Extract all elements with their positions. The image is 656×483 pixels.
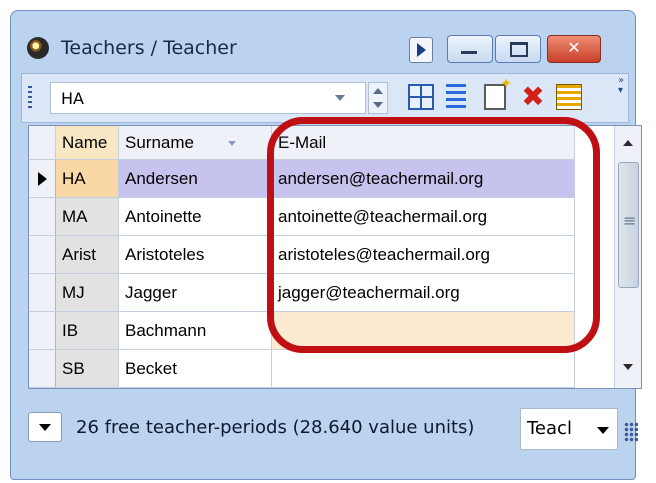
cell-name[interactable]: MA <box>55 197 119 236</box>
scrollbar-thumb[interactable] <box>618 162 639 288</box>
teachers-grid: Name Surname E-Mail HA Andersen andersen… <box>29 126 575 388</box>
row-indicator[interactable] <box>29 273 56 312</box>
cell-surname[interactable]: Bachmann <box>118 311 272 350</box>
table-header-row: Name Surname E-Mail <box>29 126 575 160</box>
row-indicator[interactable] <box>29 197 56 236</box>
close-icon: ✕ <box>567 38 581 57</box>
element-selector[interactable]: HA <box>50 82 366 114</box>
cell-email[interactable]: aristoteles@teachermail.org <box>271 235 575 274</box>
play-button[interactable] <box>409 37 433 63</box>
cell-name[interactable]: IB <box>55 311 119 350</box>
row-indicator[interactable] <box>29 159 56 198</box>
toolbar: HA ✖ »▾ <box>21 73 629 123</box>
element-selector-value: HA <box>61 89 84 108</box>
window-title: Teachers / Teacher <box>61 37 237 59</box>
cell-name[interactable]: Arist <box>55 235 119 274</box>
row-indicator[interactable] <box>29 349 56 388</box>
toolbar-grip-icon[interactable] <box>28 86 32 110</box>
maximize-button[interactable] <box>495 35 541 63</box>
table-row[interactable]: HA Andersen andersen@teachermail.org <box>29 159 575 198</box>
grid-settings-icon[interactable] <box>408 84 434 110</box>
cell-surname[interactable]: Antoinette <box>118 197 272 236</box>
cell-name[interactable]: MJ <box>55 273 119 312</box>
delete-icon[interactable]: ✖ <box>520 83 546 111</box>
surname-header-label: Surname <box>125 132 194 152</box>
element-spinner[interactable] <box>368 82 388 114</box>
play-icon <box>417 43 426 57</box>
cell-surname[interactable]: Andersen <box>118 159 272 198</box>
chevron-down-icon[interactable] <box>597 427 609 434</box>
table-row[interactable]: Arist Aristoteles aristoteles@teachermai… <box>29 235 575 274</box>
spin-up-icon[interactable] <box>373 88 383 94</box>
table-row[interactable]: MJ Jagger jagger@teachermail.org <box>29 273 575 312</box>
edit-fields-icon[interactable] <box>556 84 582 110</box>
cell-surname[interactable]: Jagger <box>118 273 272 312</box>
table-row[interactable]: SB Becket <box>29 349 575 388</box>
cell-surname[interactable]: Becket <box>118 349 272 388</box>
teachers-table: Name Surname E-Mail HA Andersen andersen… <box>28 125 642 389</box>
cell-email[interactable]: andersen@teachermail.org <box>271 159 575 198</box>
cell-surname[interactable]: Aristoteles <box>118 235 272 274</box>
title-bar: Teachers / Teacher ✕ <box>11 11 635 71</box>
toolbar-overflow-icon[interactable]: » ▾ <box>618 76 624 96</box>
table-row[interactable]: IB Bachmann <box>29 311 575 350</box>
table-row[interactable]: MA Antoinette antoinette@teachermail.org <box>29 197 575 236</box>
status-dropdown-button[interactable] <box>28 412 62 442</box>
scroll-up-icon[interactable] <box>623 140 633 146</box>
view-selector-value: Teacl <box>527 418 572 439</box>
spin-down-icon[interactable] <box>373 102 383 108</box>
current-row-icon <box>38 171 47 186</box>
resize-grip-icon[interactable] <box>624 422 638 442</box>
cell-name[interactable]: SB <box>55 349 119 388</box>
view-selector[interactable]: Teacl <box>520 408 618 450</box>
cell-email[interactable]: jagger@teachermail.org <box>271 273 575 312</box>
status-bar: 26 free teacher-periods (28.640 value un… <box>28 396 638 450</box>
column-header-surname[interactable]: Surname <box>118 126 272 160</box>
cell-name[interactable]: HA <box>55 159 119 198</box>
status-text: 26 free teacher-periods (28.640 value un… <box>76 417 475 438</box>
cell-email[interactable]: antoinette@teachermail.org <box>271 197 575 236</box>
list-view-icon[interactable] <box>446 84 466 110</box>
row-indicator-header <box>29 126 56 160</box>
chevron-down-icon[interactable] <box>335 95 345 101</box>
close-button[interactable]: ✕ <box>547 35 601 63</box>
cell-email[interactable] <box>271 311 575 350</box>
row-indicator[interactable] <box>29 235 56 274</box>
column-header-email[interactable]: E-Mail <box>271 126 575 160</box>
new-record-icon[interactable] <box>484 76 512 110</box>
vertical-scrollbar[interactable] <box>614 126 641 388</box>
clock-app-icon <box>27 37 49 59</box>
column-header-name[interactable]: Name <box>55 126 119 160</box>
sort-icon <box>227 140 236 146</box>
row-indicator[interactable] <box>29 311 56 350</box>
cell-email[interactable] <box>271 349 575 388</box>
minimize-button[interactable] <box>447 35 493 63</box>
scroll-down-icon[interactable] <box>623 364 633 370</box>
